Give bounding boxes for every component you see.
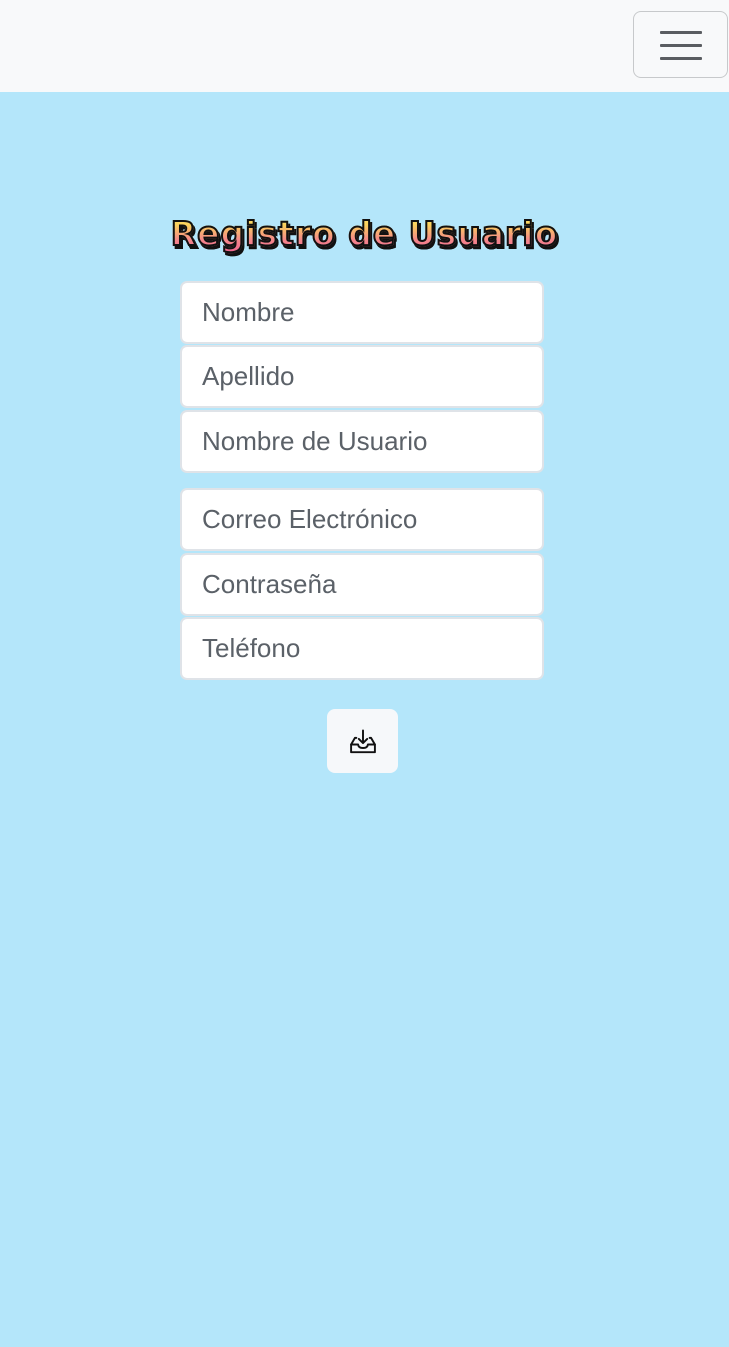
email-field[interactable] xyxy=(180,488,544,551)
inbox-download-icon xyxy=(349,727,377,755)
hamburger-menu-icon xyxy=(660,31,702,34)
form-title-container: Registro de Usuario xyxy=(0,208,729,260)
username-field[interactable] xyxy=(180,410,544,473)
navbar xyxy=(0,0,729,92)
nombre-field[interactable] xyxy=(180,281,544,344)
password-field[interactable] xyxy=(180,553,544,616)
apellido-field[interactable] xyxy=(180,345,544,408)
phone-field[interactable] xyxy=(180,617,544,680)
submit-button[interactable] xyxy=(327,709,398,773)
form-title: Registro de Usuario xyxy=(170,208,559,260)
navbar-toggle-button[interactable] xyxy=(633,11,728,78)
